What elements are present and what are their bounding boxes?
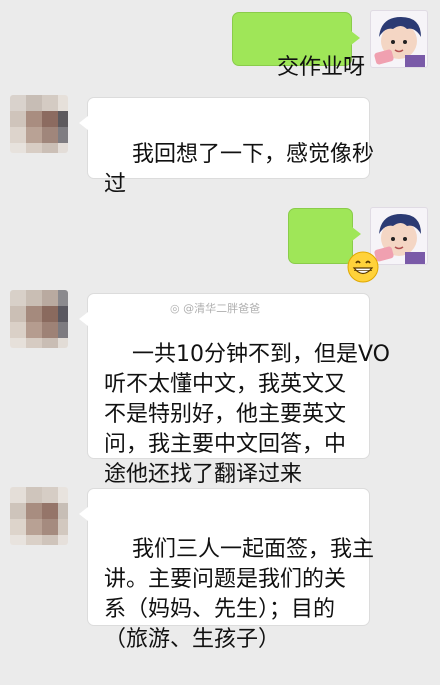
incoming-message-bubble[interactable]: 我们三人一起面签，我主 讲。主要问题是我们的关 系（妈妈、先生）；目的 （旅游、… [79, 488, 374, 652]
weibo-logo-icon: ◎ [170, 302, 180, 315]
outgoing-emoji-bubble[interactable] [288, 208, 379, 283]
watermark-text: @清华二胖爸爸 [183, 302, 261, 315]
other-avatar-icon[interactable] [10, 290, 68, 348]
chat-message-list: 交作业呀 我回想了一下，感觉像秒 过 一共10分钟不到，但是VO 听不太懂中文，… [0, 0, 440, 652]
incoming-message-bubble[interactable]: 一共10分钟不到，但是VO 听不太懂中文，我英文又 不是特别好，他主要英文 问，… [79, 293, 390, 487]
message-text: 交作业呀 [276, 55, 365, 80]
self-avatar-icon[interactable] [370, 10, 428, 68]
outgoing-message-bubble[interactable]: 交作业呀 [232, 12, 365, 80]
other-avatar-icon[interactable] [10, 95, 68, 153]
watermark: ◎ @清华二胖爸爸 [170, 300, 260, 316]
message-text: 一共10分钟不到，但是VO 听不太懂中文，我英文又 不是特别好，他主要英文 问，… [104, 342, 390, 487]
other-avatar-icon[interactable] [10, 487, 68, 545]
grinning-face-icon [305, 221, 379, 283]
incoming-message-bubble[interactable]: 我回想了一下，感觉像秒 过 [79, 97, 374, 197]
message-text: 我回想了一下，感觉像秒 过 [104, 142, 374, 197]
